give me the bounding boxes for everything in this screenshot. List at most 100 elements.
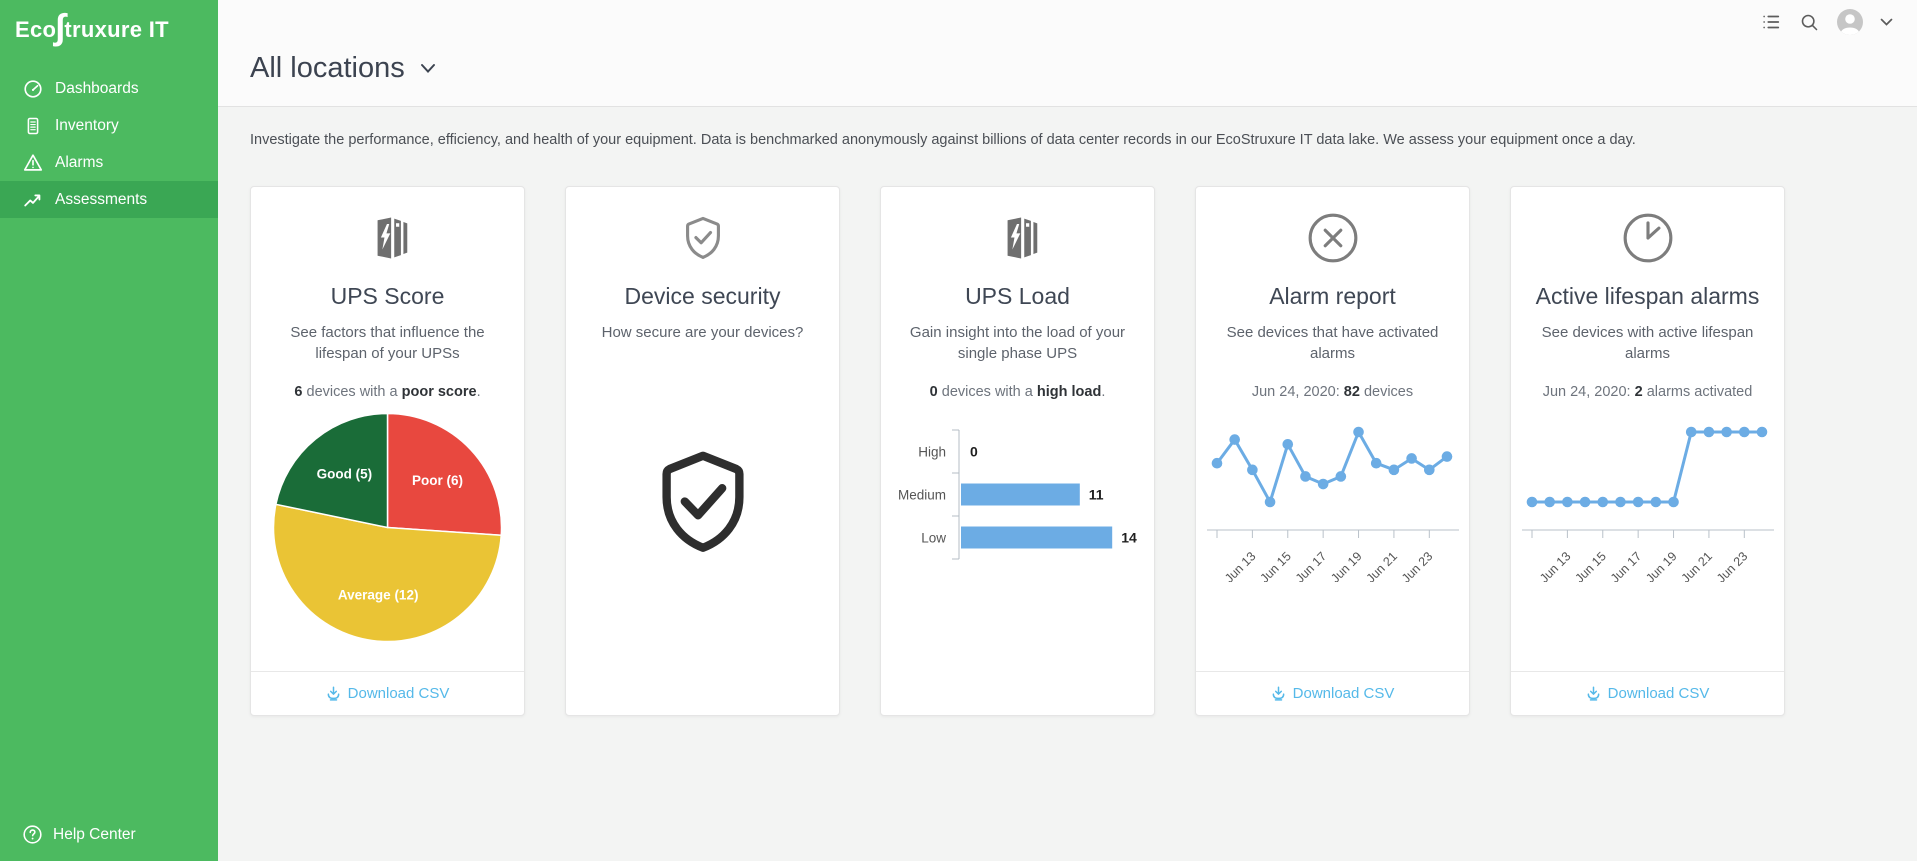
sidebar: Eco∫truxure IT Dashboards Inventory Alarms… <box>0 0 218 861</box>
card-ups-load[interactable]: UPS LoadGain insight into the load of yo… <box>880 186 1155 716</box>
help-center-label: Help Center <box>53 826 136 844</box>
svg-text:Jun 17: Jun 17 <box>1292 549 1328 582</box>
sidebar-item-label: Alarms <box>55 154 103 172</box>
ups-score-chart: Poor (6) Average (12) Good (5) <box>251 410 524 645</box>
card-alarm-report[interactable]: Alarm report See devices that have activa… <box>1195 186 1470 716</box>
sidebar-item-inventory[interactable]: Inventory <box>0 107 218 144</box>
logo-text-prefix: Eco <box>15 17 56 43</box>
card-subtitle: See devices that have activated alarms <box>1196 322 1469 364</box>
sidebar-item-label: Dashboards <box>55 80 139 98</box>
cards-row: UPS Score See factors that influence the … <box>250 186 1917 716</box>
card-status: 6 devices with a poor score. <box>251 384 524 400</box>
svg-text:Medium: Medium <box>897 488 945 503</box>
svg-text:11: 11 <box>1088 487 1103 503</box>
person-icon <box>1837 9 1863 35</box>
pie-slice-label: Good (5) <box>317 466 373 481</box>
card-ups-score[interactable]: UPS Score See factors that influence the … <box>250 186 525 716</box>
sidebar-item-label: Inventory <box>55 117 119 135</box>
card-status: Jun 24, 2020: 82 devices <box>1196 384 1469 400</box>
ups-device-icon <box>363 213 413 263</box>
download-csv-link[interactable]: Download CSV <box>326 685 450 702</box>
alarm-report-chart: Jun 13Jun 15Jun 17Jun 19Jun 21Jun 23 <box>1196 410 1469 582</box>
card-footer: Download CSV <box>251 671 524 715</box>
shield-check-large-icon <box>644 440 762 564</box>
download-csv-label: Download CSV <box>1293 685 1395 702</box>
circle-x-icon <box>1196 211 1469 265</box>
card-title: Active lifespan alarms <box>1511 283 1784 310</box>
download-icon <box>1271 686 1286 701</box>
svg-text:Jun 17: Jun 17 <box>1607 549 1643 582</box>
svg-text:High: High <box>918 445 946 460</box>
card-subtitle: How secure are your devices? <box>566 322 839 343</box>
svg-text:Jun 15: Jun 15 <box>1257 549 1293 582</box>
card-footer: Download CSV <box>1196 671 1469 715</box>
card-title: UPS Score <box>251 283 524 310</box>
logo-text-suffix: truxure IT <box>64 17 168 43</box>
pie-slice-label: Average (12) <box>338 587 419 602</box>
location-selector[interactable]: All locations <box>250 52 436 85</box>
intro-text: Investigate the performance, efficiency,… <box>250 132 1885 148</box>
inventory-icon <box>22 115 44 137</box>
svg-text:Jun 19: Jun 19 <box>1643 549 1679 582</box>
shield-check-icon <box>566 211 839 265</box>
svg-text:Jun 21: Jun 21 <box>1678 549 1714 582</box>
question-circle-icon <box>22 824 43 845</box>
card-status: 0 devices with a high load. <box>881 384 1154 400</box>
active-lifespan-alarms-chart: Jun 13Jun 15Jun 17Jun 19Jun 21Jun 23 <box>1511 410 1784 582</box>
clock-icon <box>1511 211 1784 265</box>
svg-text:Jun 13: Jun 13 <box>1222 549 1258 582</box>
svg-text:Jun 19: Jun 19 <box>1328 549 1364 582</box>
card-status: Jun 24, 2020: 2 alarms activated <box>1511 384 1784 400</box>
user-avatar[interactable] <box>1837 9 1863 35</box>
account-chevron-down-icon[interactable] <box>1880 18 1893 27</box>
ecostruxure-logo: Eco∫truxure IT <box>0 0 218 48</box>
ups-icon <box>251 211 524 265</box>
clock-icon <box>1621 211 1675 265</box>
sidebar-item-label: Assessments <box>55 191 147 209</box>
circle-x-icon <box>1306 211 1360 265</box>
card-subtitle: See factors that influence the lifespan … <box>251 322 524 364</box>
assessments-icon <box>22 189 44 211</box>
card-title: Alarm report <box>1196 283 1469 310</box>
card-title: Device security <box>566 283 839 310</box>
shield-check-icon <box>678 212 728 264</box>
location-chevron-down-icon <box>420 63 436 74</box>
main-area: All locations Investigate the performanc… <box>218 0 1917 861</box>
sidebar-item-alarms[interactable]: Alarms <box>0 144 218 181</box>
alarms-icon <box>22 152 44 174</box>
search-icon[interactable] <box>1799 12 1820 33</box>
ups-icon <box>881 211 1154 265</box>
svg-text:Jun 21: Jun 21 <box>1363 549 1399 582</box>
download-csv-link[interactable]: Download CSV <box>1586 685 1710 702</box>
card-title: UPS Load <box>881 283 1154 310</box>
list-icon[interactable] <box>1760 11 1782 33</box>
card-subtitle: See devices with active lifespan alarms <box>1511 322 1784 364</box>
svg-text:Jun 23: Jun 23 <box>1398 549 1434 582</box>
sidebar-item-assessments[interactable]: Assessments <box>0 181 218 218</box>
pie-slice-label: Poor (6) <box>412 473 463 488</box>
svg-text:Low: Low <box>921 531 946 546</box>
shield-check-large-icon <box>566 343 839 660</box>
sidebar-nav: Dashboards Inventory Alarms Assessments <box>0 70 218 218</box>
svg-text:14: 14 <box>1121 530 1137 546</box>
svg-text:Jun 15: Jun 15 <box>1572 549 1608 582</box>
download-csv-link[interactable]: Download CSV <box>1271 685 1395 702</box>
download-csv-label: Download CSV <box>1608 685 1710 702</box>
download-csv-label: Download CSV <box>348 685 450 702</box>
ups-load-chart: High 0 Medium 11 Low 14 <box>881 426 1154 566</box>
download-icon <box>1586 686 1601 701</box>
ups-device-icon <box>993 213 1043 263</box>
topbar-icons <box>1760 9 1893 35</box>
sidebar-item-dashboards[interactable]: Dashboards <box>0 70 218 107</box>
card-active-lifespan-alarms[interactable]: Active lifespan alarms See devices with a… <box>1510 186 1785 716</box>
header-band: All locations <box>218 0 1917 107</box>
svg-text:Jun 13: Jun 13 <box>1537 549 1573 582</box>
location-selector-label: All locations <box>250 52 405 85</box>
dashboards-icon <box>22 78 44 100</box>
svg-text:Jun 23: Jun 23 <box>1713 549 1749 582</box>
svg-text:0: 0 <box>970 444 978 460</box>
card-device-security[interactable]: Device security How secure are your devic… <box>565 186 840 716</box>
card-footer: Download CSV <box>1511 671 1784 715</box>
help-center-button[interactable]: Help Center <box>22 824 136 845</box>
download-icon <box>326 686 341 701</box>
